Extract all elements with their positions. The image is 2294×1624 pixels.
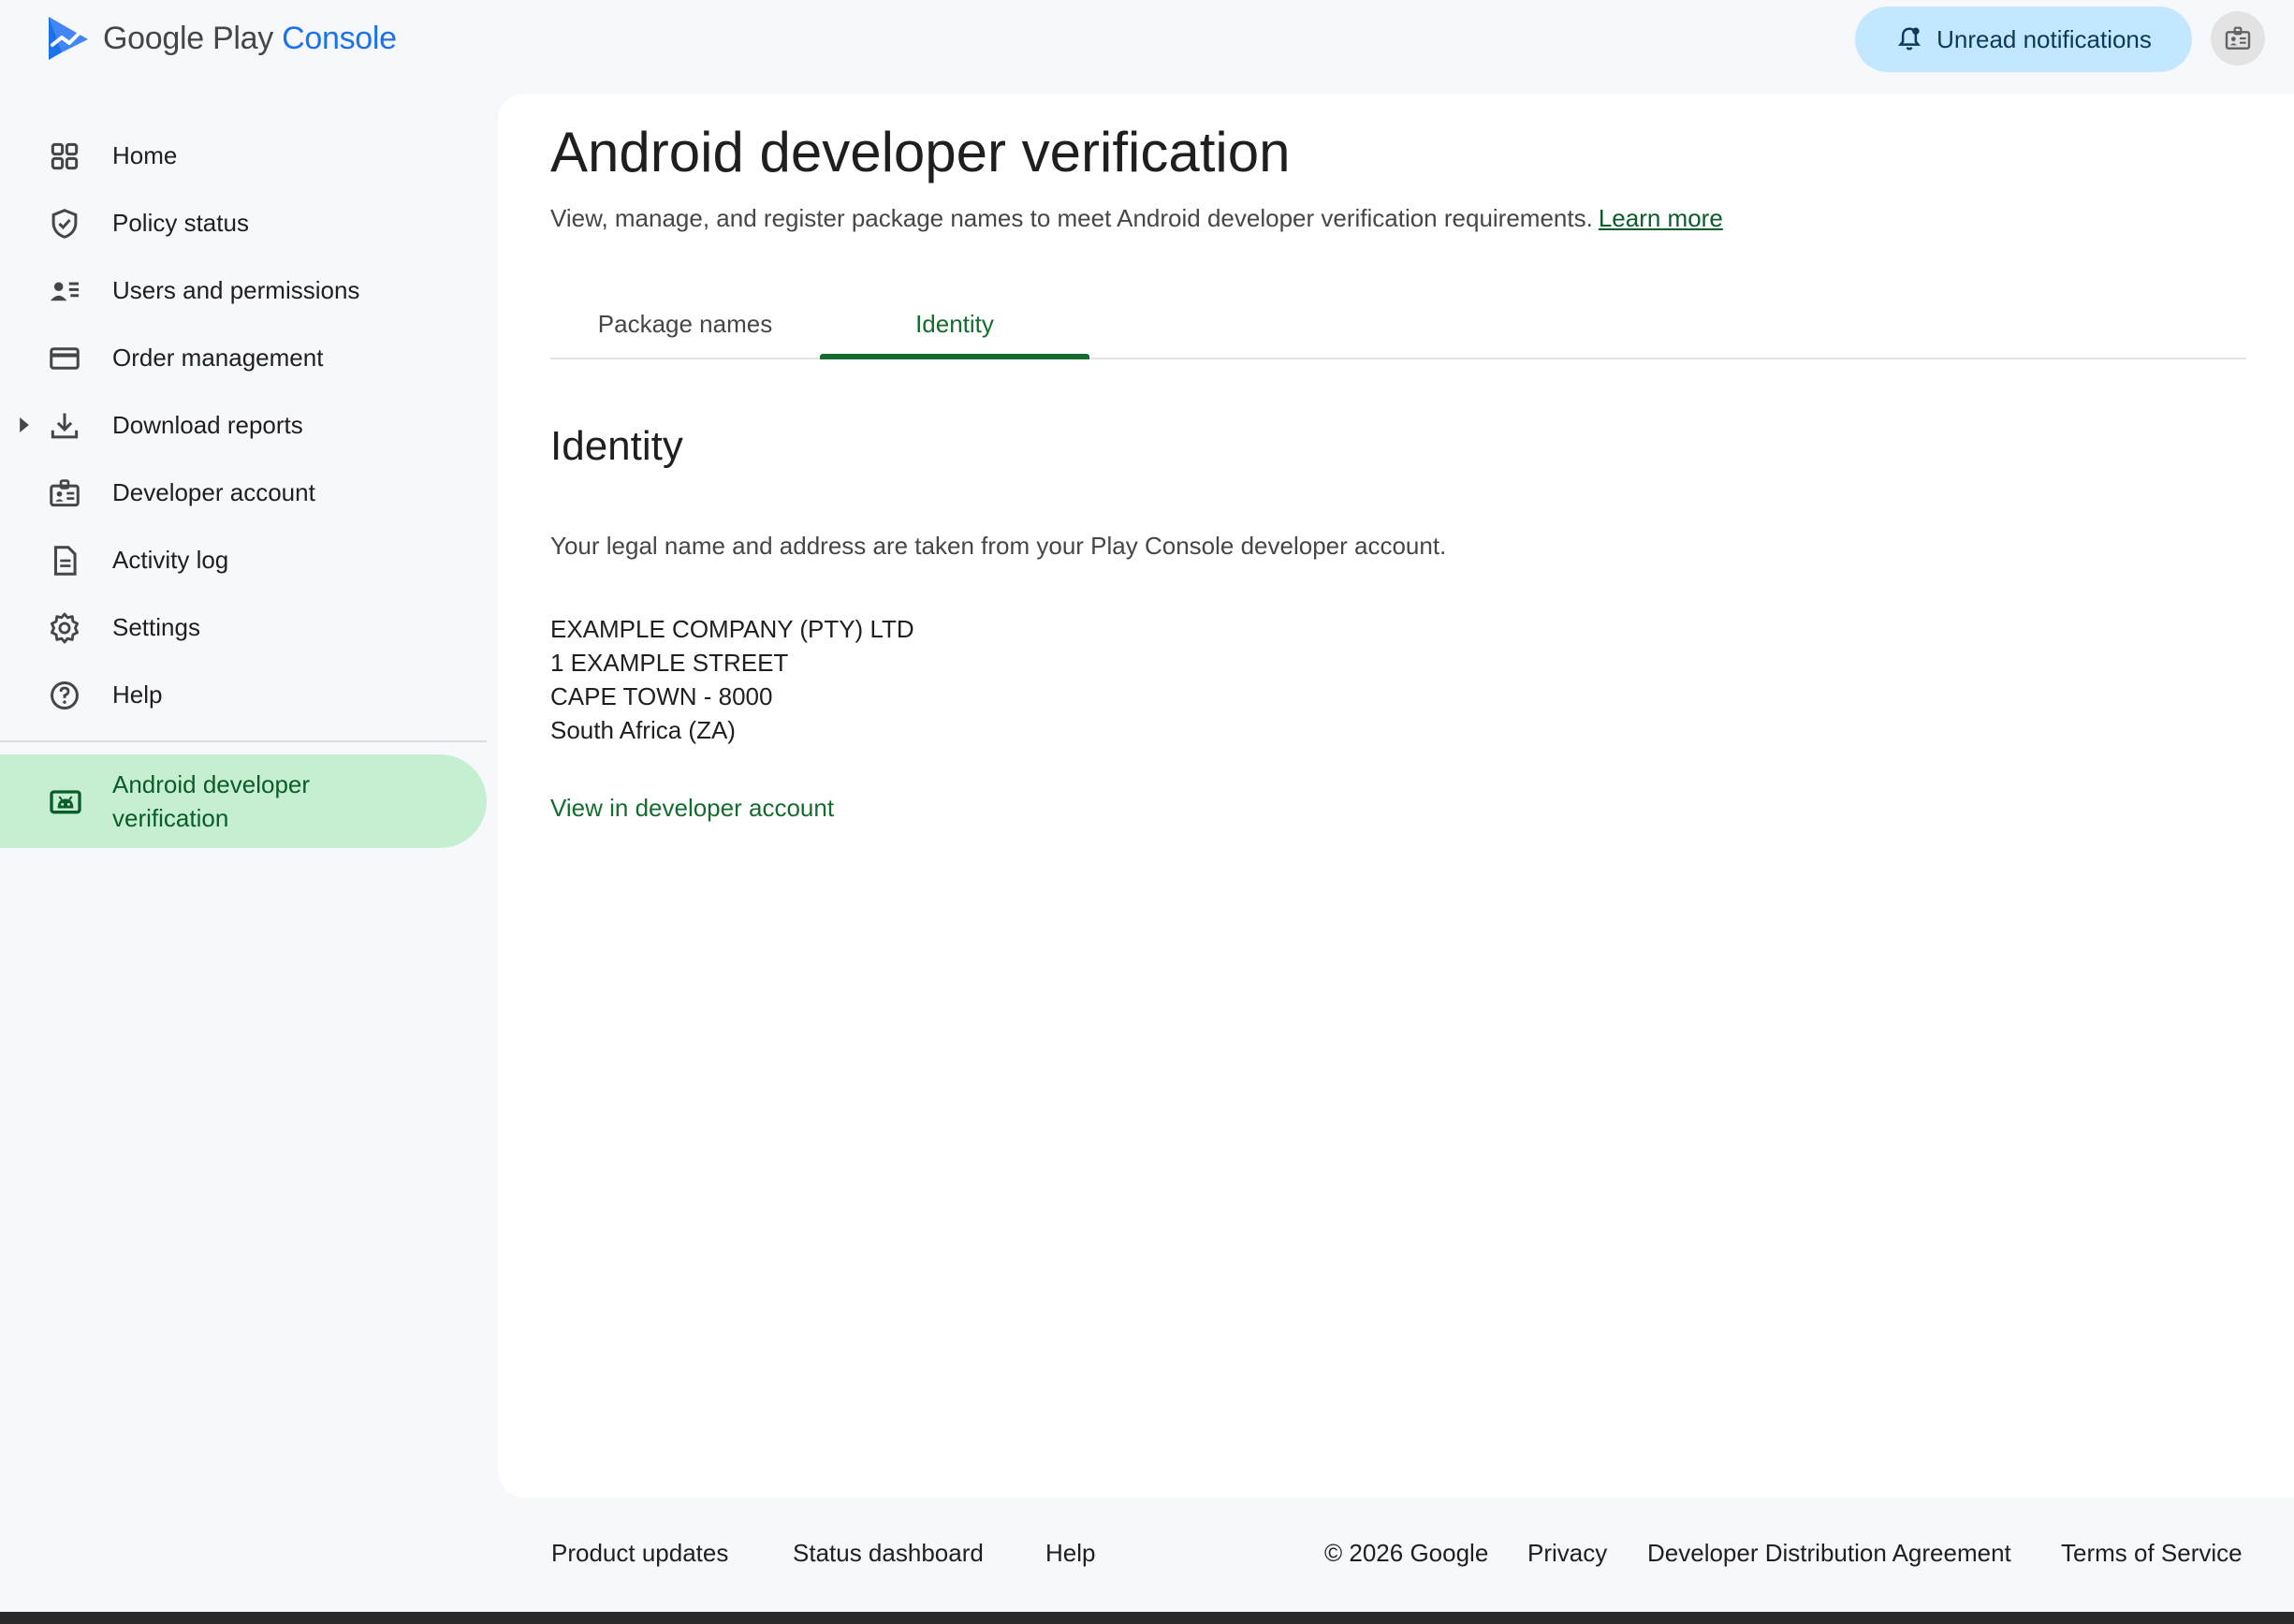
footer-link-terms-of-service[interactable]: Terms of Service	[2061, 1539, 2243, 1568]
sidebar-item-android-developer-verification[interactable]: Android developer verification	[0, 754, 487, 848]
sidebar-item-developer-account[interactable]: Developer account	[0, 459, 487, 526]
sidebar-item-label: Help	[112, 680, 163, 709]
android-icon	[47, 783, 84, 820]
sidebar-item-download-reports[interactable]: Download reports	[0, 391, 487, 459]
top-bar: Google Play Console Unread notifications	[0, 0, 2294, 79]
sidebar-item-label: Order management	[112, 343, 324, 372]
footer-link-developer-distribution-agreement[interactable]: Developer Distribution Agreement	[1647, 1539, 2011, 1568]
tab-package-names[interactable]: Package names	[550, 288, 820, 359]
home-grid-icon	[47, 139, 82, 174]
download-icon	[47, 408, 82, 444]
address-line-country: South Africa (ZA)	[550, 716, 736, 744]
account-button[interactable]	[2211, 11, 2265, 66]
page-subtitle: View, manage, and register package names…	[550, 204, 1723, 233]
footer-link-status-dashboard[interactable]: Status dashboard	[793, 1539, 984, 1568]
sidebar-item-label: Activity log	[112, 545, 229, 574]
sidebar-item-settings[interactable]: Settings	[0, 593, 487, 661]
sidebar-item-help[interactable]: Help	[0, 661, 487, 728]
gear-icon	[47, 610, 82, 646]
id-badge-icon	[47, 475, 82, 511]
tab-identity[interactable]: Identity	[820, 288, 1089, 359]
sidebar-item-home[interactable]: Home	[0, 122, 487, 189]
play-console-logo[interactable]: Google Play Console	[47, 15, 397, 62]
footer-link-help[interactable]: Help	[1045, 1539, 1095, 1568]
footer: Product updates Status dashboard Help © …	[0, 1526, 2294, 1582]
identity-description: Your legal name and address are taken fr…	[550, 532, 1447, 560]
sidebar-item-label: Download reports	[112, 410, 303, 439]
users-list-icon	[47, 273, 82, 309]
credit-card-icon	[47, 341, 82, 376]
sidebar-divider	[0, 740, 487, 742]
footer-link-privacy[interactable]: Privacy	[1527, 1539, 1607, 1568]
play-console-logo-icon	[49, 17, 88, 60]
footer-copyright: © 2026 Google	[1324, 1539, 1489, 1567]
address-line-city: CAPE TOWN - 8000	[550, 682, 773, 710]
footer-link-product-updates[interactable]: Product updates	[551, 1539, 728, 1568]
bell-icon	[1898, 27, 1921, 51]
window-bottom-edge	[0, 1612, 2294, 1624]
sidebar-item-policy-status[interactable]: Policy status	[0, 189, 487, 256]
sidebar-item-label: Developer account	[112, 477, 315, 506]
sidebar-item-label: Home	[112, 140, 178, 169]
app-root: Google Play Console Unread notifications	[0, 0, 2294, 1624]
shield-check-icon	[47, 206, 82, 241]
sidebar-item-label: Users and permissions	[112, 275, 360, 304]
sidebar-item-label: Policy status	[112, 208, 249, 237]
expand-caret-icon[interactable]	[17, 416, 32, 434]
sidebar-nav: Home Policy status Users and permissions…	[0, 122, 487, 728]
notifications-label: Unread notifications	[1936, 24, 2152, 53]
page-title: Android developer verification	[550, 121, 1291, 183]
unread-notifications-button[interactable]: Unread notifications	[1855, 7, 2192, 72]
help-circle-icon	[47, 678, 82, 713]
view-in-developer-account-link[interactable]: View in developer account	[550, 794, 834, 823]
section-title: Identity	[550, 423, 683, 469]
logo-text: Google Play Console	[103, 20, 397, 56]
subtitle-text: View, manage, and register package names…	[550, 204, 1593, 232]
sidebar-item-users-and-permissions[interactable]: Users and permissions	[0, 256, 487, 324]
sidebar-item-order-management[interactable]: Order management	[0, 324, 487, 391]
main-content: Android developer verification View, man…	[498, 94, 2294, 1498]
sidebar-item-label: Settings	[112, 612, 200, 641]
address-line-company: EXAMPLE COMPANY (PTY) LTD	[550, 615, 914, 643]
document-icon	[47, 543, 82, 578]
learn-more-link[interactable]: Learn more	[1599, 204, 1723, 232]
id-badge-icon	[2225, 26, 2251, 50]
address-block: EXAMPLE COMPANY (PTY) LTD 1 EXAMPLE STRE…	[550, 612, 914, 747]
tab-bar: Package names Identity	[550, 288, 2246, 359]
sidebar-item-activity-log[interactable]: Activity log	[0, 526, 487, 593]
sidebar-item-label: Android developer verification	[112, 770, 311, 832]
active-tab-indicator	[820, 354, 1089, 359]
address-line-street: 1 EXAMPLE STREET	[550, 649, 789, 677]
